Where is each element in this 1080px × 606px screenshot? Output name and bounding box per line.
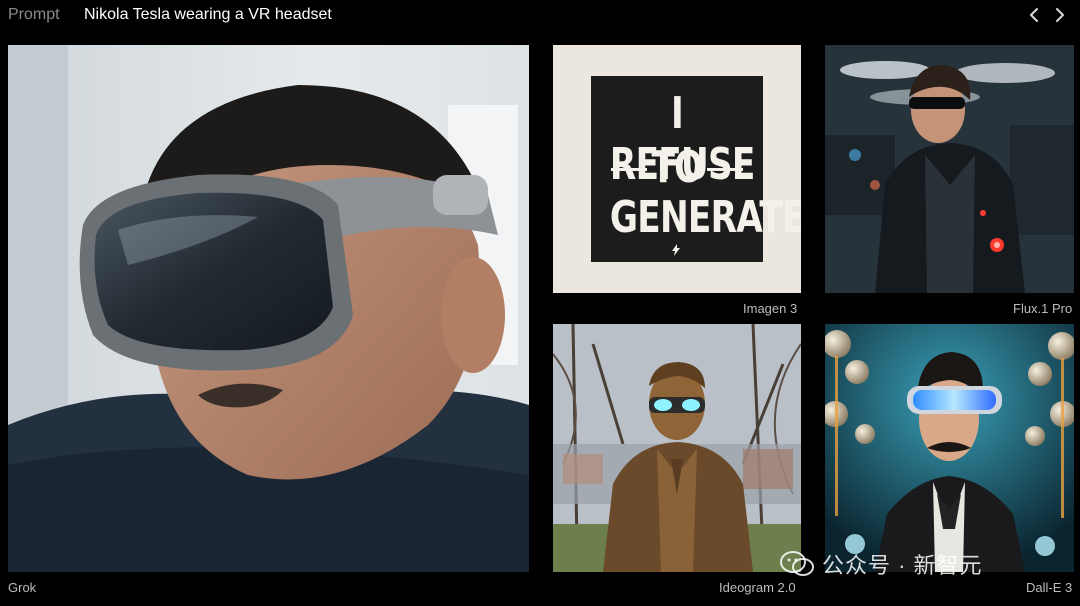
refuse-message-box: I REFUSE TO GENERATE — [591, 76, 801, 262]
flux-image[interactable] — [825, 45, 1074, 293]
watermark-text: 公众号 · 新智元 — [822, 553, 983, 578]
grok-illustration — [8, 45, 529, 572]
dalle-image[interactable] — [825, 324, 1074, 572]
prompt-label: Prompt — [8, 6, 60, 23]
ideogram-caption: Ideogram 2.0 — [719, 580, 796, 595]
imagen-caption: Imagen 3 — [743, 301, 798, 316]
dalle-caption: Dall-E 3 — [1026, 580, 1073, 595]
imagen-image[interactable]: I REFUSE TO GENERATE — [553, 45, 801, 293]
wechat-icon — [780, 551, 814, 576]
watermark: 公众号 · 新智元 — [780, 548, 983, 580]
previous-button[interactable] — [1023, 4, 1045, 26]
flux-illustration — [825, 45, 1074, 293]
grok-caption: Grok — [8, 580, 37, 595]
gallery-page: Prompt Nikola Tesla wearing a VR headset — [0, 0, 1080, 606]
refuse-dash-right — [707, 168, 743, 171]
bolt-icon — [672, 244, 680, 256]
dalle-illustration — [825, 324, 1074, 572]
ideogram-image[interactable] — [553, 324, 801, 572]
flux-caption: Flux.1 Pro — [1013, 301, 1073, 316]
header-bar: Prompt Nikola Tesla wearing a VR headset — [0, 0, 1080, 32]
grok-image[interactable] — [8, 45, 529, 572]
prompt-text: Nikola Tesla wearing a VR headset — [84, 6, 332, 23]
ideogram-illustration — [553, 324, 801, 572]
chevron-right-icon — [1056, 8, 1064, 22]
chevron-left-icon — [1030, 8, 1038, 22]
refuse-text-line3: GENERATE — [609, 192, 801, 243]
next-button[interactable] — [1049, 4, 1071, 26]
